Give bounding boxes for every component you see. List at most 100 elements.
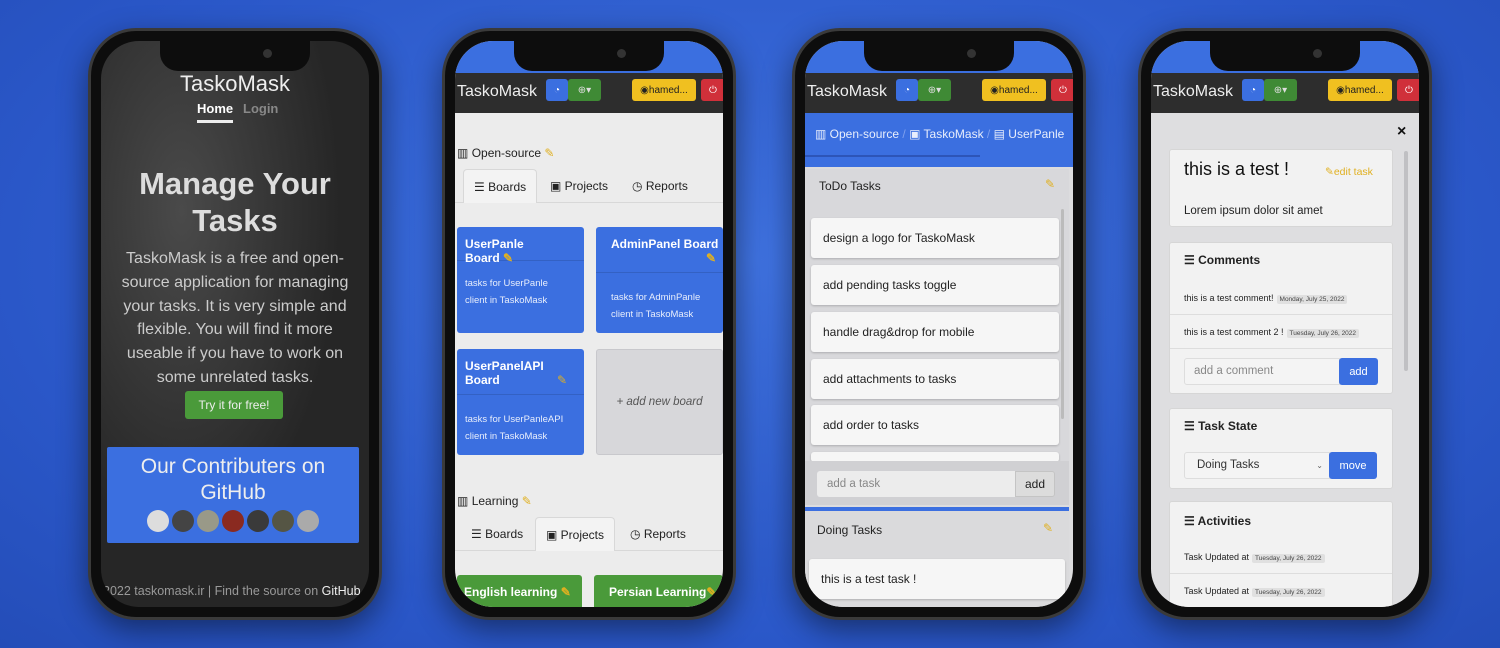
contributors-title: GitHub	[200, 481, 266, 504]
brand[interactable]: TaskoMask	[1153, 83, 1233, 101]
tab-projects[interactable]: ▣ Projects	[540, 169, 618, 203]
avatar[interactable]	[247, 510, 269, 532]
task-card[interactable]: handle drag&drop for mobile	[811, 312, 1059, 352]
hero-line: your tasks. It is very simple and	[123, 297, 347, 315]
project-card[interactable]: English learning ✎	[457, 575, 582, 607]
nav-home[interactable]: Home	[197, 101, 234, 123]
notch	[1210, 41, 1360, 71]
add-task-button[interactable]: add	[1015, 471, 1055, 497]
task-card[interactable]: design a logo for TaskoMask	[811, 218, 1059, 258]
pencil-icon[interactable]: ✎	[522, 494, 532, 508]
plus-circle-icon[interactable]: ⊕▾	[918, 79, 951, 101]
contributor-avatars	[107, 510, 359, 532]
hero-line: flexible. You will find it more	[137, 321, 333, 339]
activity-date: Tuesday, July 26, 2022	[1252, 588, 1325, 597]
tab-label: Reports	[643, 527, 686, 541]
pencil-icon[interactable]: ✎	[503, 251, 513, 265]
brand[interactable]: TaskoMask	[457, 83, 537, 101]
breadcrumb-item[interactable]: ▥ Open-source	[815, 127, 899, 141]
tab-boards[interactable]: ☰ Boards	[463, 169, 538, 203]
list-icon: ☰	[1184, 514, 1195, 528]
board-title: AdminPanel Board	[611, 237, 719, 251]
edit-task-link[interactable]: ✎edit task	[1325, 166, 1373, 178]
dashboard-icon[interactable]: ◔	[896, 79, 918, 101]
nav-login[interactable]: Login	[243, 101, 278, 116]
plus-circle-icon[interactable]: ⊕▾	[568, 79, 601, 101]
plus-circle-icon[interactable]: ⊕▾	[1264, 79, 1297, 101]
task-card[interactable]: this is a test task !	[809, 559, 1065, 599]
comment-date: Monday, July 25, 2022	[1276, 295, 1348, 304]
task-card[interactable]: add order to tasks	[811, 405, 1059, 445]
state-select[interactable]: Doing Tasks ⌄	[1184, 452, 1330, 479]
footer: 2022 taskomask.ir | Find the source on G…	[103, 584, 361, 598]
activity-item: Task Updated at Tuesday, July 26, 2022	[1170, 574, 1392, 607]
avatar[interactable]	[197, 510, 219, 532]
task-card[interactable]: add pending tasks toggle	[811, 265, 1059, 305]
tab-projects[interactable]: ▣ Projects	[535, 517, 616, 551]
pencil-icon[interactable]: ✎	[611, 251, 721, 265]
user-menu-button[interactable]: ◉ hamed...	[982, 79, 1046, 101]
add-comment-button[interactable]: add	[1339, 358, 1378, 385]
phone-board: TaskoMask ◔ ⊕▾ ◉ hamed... ⏻ ▥ Open-source…	[792, 28, 1086, 620]
tab-label: Projects	[560, 528, 605, 542]
user-menu-button[interactable]: ◉ hamed...	[632, 79, 696, 101]
project-card[interactable]: Persian Learning✎	[594, 575, 723, 607]
power-icon[interactable]: ⏻	[701, 79, 723, 101]
avatar[interactable]	[297, 510, 319, 532]
power-icon[interactable]: ⏻	[1051, 79, 1073, 101]
pencil-icon[interactable]: ✎	[557, 373, 567, 387]
try-free-button[interactable]: Try it for free!	[185, 391, 283, 419]
notch	[514, 41, 664, 71]
pencil-icon[interactable]: ✎	[706, 585, 716, 599]
board-screen: TaskoMask ◔ ⊕▾ ◉ hamed... ⏻ ▥ Open-source…	[805, 41, 1073, 607]
tab-label: Reports	[645, 179, 688, 193]
user-menu-button[interactable]: ◉ hamed...	[1328, 79, 1392, 101]
task-card[interactable]: add attachments to tasks	[811, 359, 1059, 399]
scrollbar[interactable]	[1061, 209, 1064, 419]
breadcrumb-item[interactable]: ▣ TaskoMask	[909, 127, 984, 141]
board-card[interactable]: UserPanle Board ✎ tasks for UserPanle clie…	[457, 227, 584, 333]
user-name: hamed...	[648, 84, 688, 96]
hero-line: TaskoMask is a free and open-	[126, 250, 344, 267]
tab-reports[interactable]: ◷ Reports	[622, 169, 698, 203]
user-name: hamed...	[1344, 84, 1384, 96]
add-task-input[interactable]: add a task	[817, 471, 1015, 497]
add-task-form: add a task add	[805, 461, 1069, 505]
user-circle-icon: ◉	[990, 84, 999, 96]
avatar[interactable]	[222, 510, 244, 532]
add-new-board-button[interactable]: + add new board	[596, 349, 723, 455]
board-desc: tasks for AdminPanle client in TaskoMask	[611, 292, 701, 320]
brand[interactable]: TaskoMask	[807, 83, 887, 101]
phone-landing: TaskoMask Home Login Manage Your Tasks Ta…	[88, 28, 382, 620]
avatar[interactable]	[272, 510, 294, 532]
landing-screen: TaskoMask Home Login Manage Your Tasks Ta…	[101, 41, 369, 607]
board-title: UserPanelAPI Board	[465, 359, 544, 387]
phone-boards: TaskoMask ◔ ⊕▾ ◉ hamed... ⏻ ▥ Open-source…	[442, 28, 736, 620]
task-state-title: ☰ Task State	[1184, 419, 1258, 433]
board-card[interactable]: UserPanelAPI Board ✎ tasks for UserPanleAP…	[457, 349, 584, 455]
dashboard-icon[interactable]: ◔	[1242, 79, 1264, 101]
pencil-icon[interactable]: ✎	[1043, 521, 1053, 535]
close-icon[interactable]: ×	[1397, 123, 1406, 141]
avatar[interactable]	[147, 510, 169, 532]
scrollbar[interactable]	[1404, 151, 1408, 371]
task-description: Lorem ipsum dolor sit amet	[1184, 205, 1323, 217]
tab-boards[interactable]: ☰ Boards	[461, 517, 533, 551]
chevron-down-icon: ⌄	[1316, 461, 1323, 470]
github-link[interactable]: GitHub	[322, 584, 361, 598]
pencil-icon[interactable]: ✎	[544, 146, 554, 160]
power-icon[interactable]: ⏻	[1397, 79, 1419, 101]
pencil-icon[interactable]: ✎	[1045, 177, 1055, 191]
avatar[interactable]	[172, 510, 194, 532]
move-button[interactable]: move	[1329, 452, 1377, 479]
board-card[interactable]: AdminPanel Board ✎ tasks for AdminPanle cli…	[596, 227, 723, 333]
list-icon: ☰	[1184, 419, 1195, 433]
scroll-indicator[interactable]	[805, 155, 980, 157]
breadcrumb-item[interactable]: ▤ UserPanle	[994, 127, 1065, 141]
tab-reports[interactable]: ◷ Reports	[620, 517, 696, 551]
dashboard-icon[interactable]: ◔	[546, 79, 568, 101]
todo-column: ToDo Tasks ✎ design a logo for TaskoMask…	[805, 169, 1069, 505]
pencil-icon[interactable]: ✎	[561, 585, 571, 599]
hero-line: some unrelated tasks.	[156, 368, 314, 386]
add-comment-input[interactable]: add a comment	[1184, 358, 1340, 385]
